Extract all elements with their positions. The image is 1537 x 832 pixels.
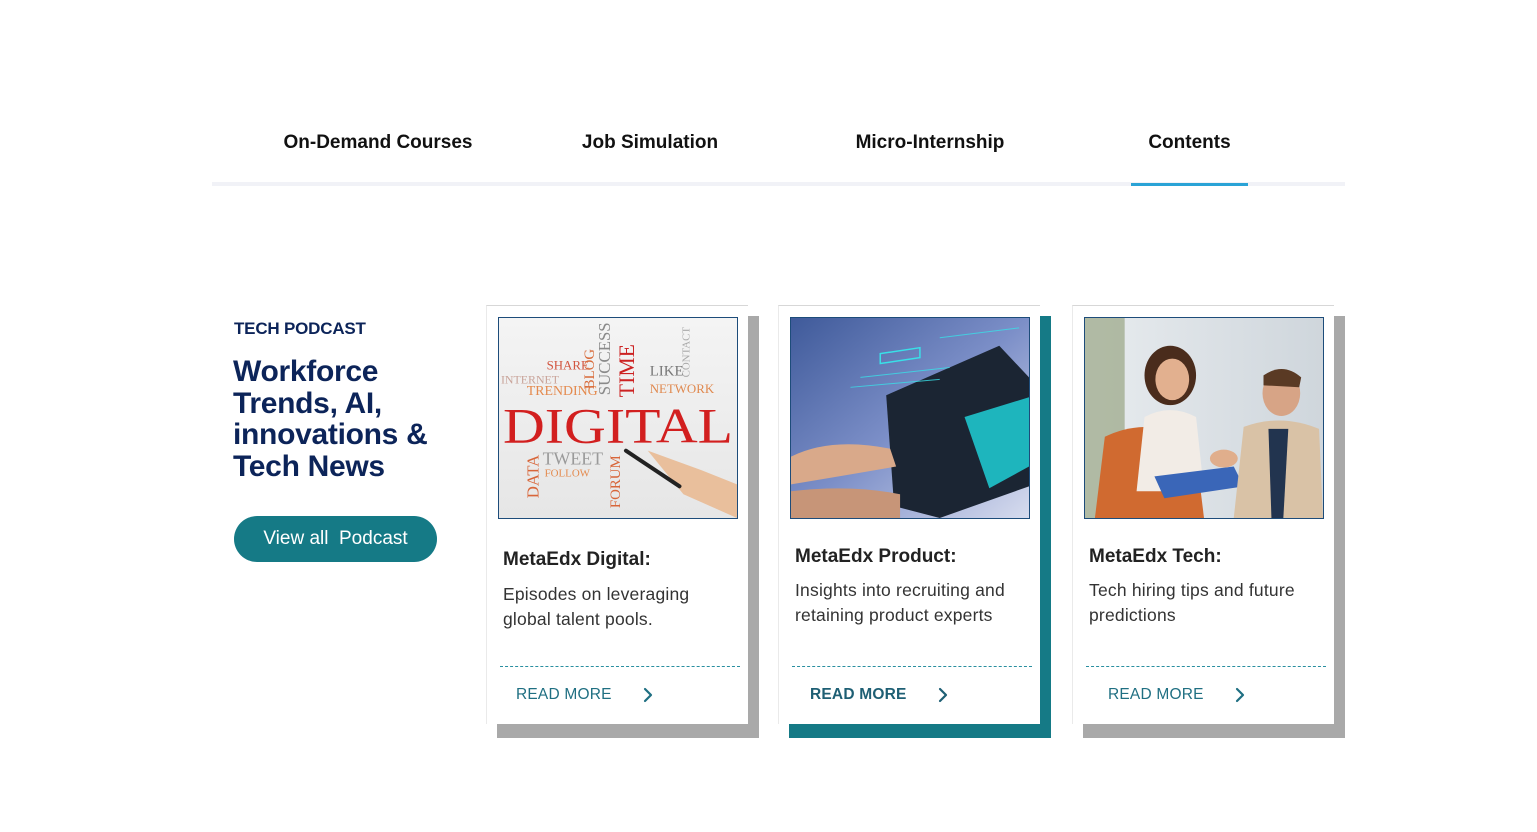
section-eyebrow: TECH PODCAST	[234, 319, 366, 338]
card-title: MetaEdx Tech:	[1089, 546, 1222, 567]
podcast-card-digital: SHARE INTERNET TRENDING BLOG SUCCESS TIM…	[486, 305, 760, 739]
tab-label: Contents	[1148, 132, 1231, 153]
card-description: Insights into recruiting and retaining p…	[795, 580, 1005, 625]
tablet-touch-image[interactable]	[790, 317, 1030, 519]
card-body: MetaEdx Product: Insights into recruitin…	[778, 305, 1040, 724]
tab-job-simulation[interactable]: Job Simulation	[569, 104, 731, 182]
chevron-right-icon	[938, 687, 947, 703]
card-divider	[792, 666, 1032, 667]
podcast-card-product: MetaEdx Product: Insights into recruitin…	[778, 305, 1052, 739]
word-forum: FORUM	[608, 455, 624, 508]
tab-underline	[272, 183, 484, 186]
read-more-link[interactable]: READ MORE	[810, 686, 949, 704]
read-more-label: READ MORE	[516, 686, 612, 703]
tab-contents[interactable]: Contents	[1131, 104, 1248, 186]
card-description: Tech hiring tips and future predictions	[1089, 580, 1295, 625]
tab-underline	[840, 183, 1020, 186]
chevron-right-icon	[643, 687, 652, 703]
chevron-right-icon	[1235, 687, 1244, 703]
handshake-meeting-image[interactable]	[1084, 317, 1324, 519]
tab-label: Job Simulation	[581, 132, 719, 153]
tab-on-demand-courses[interactable]: On-Demand Courses	[272, 104, 484, 182]
word-data: DATA	[524, 454, 543, 498]
content-tabs: On-Demand Courses Job Simulation Micro-I…	[212, 104, 1345, 186]
word-tweet: TWEET	[543, 449, 604, 469]
tab-label: On-Demand Courses	[283, 132, 473, 153]
tab-micro-internship[interactable]: Micro-Internship	[840, 104, 1020, 182]
card-description: Episodes on leveraging global talent poo…	[503, 584, 690, 629]
word-digital: DIGITAL	[503, 399, 733, 454]
word-follow: FOLLOW	[545, 467, 591, 479]
read-more-link[interactable]: READ MORE	[1108, 686, 1246, 704]
tab-label: Micro-Internship	[855, 132, 1005, 153]
digital-word-cloud-image[interactable]: SHARE INTERNET TRENDING BLOG SUCCESS TIM…	[498, 317, 738, 519]
read-more-label: READ MORE	[810, 686, 907, 703]
woman-face	[1155, 358, 1190, 401]
word-time: TIME	[615, 344, 639, 397]
card-title: MetaEdx Product:	[795, 546, 957, 567]
word-network: NETWORK	[650, 382, 715, 396]
word-contact: CONTACT	[680, 327, 692, 378]
card-body: SHARE INTERNET TRENDING BLOG SUCCESS TIM…	[486, 305, 748, 724]
page: On-Demand Courses Job Simulation Micro-I…	[0, 0, 1537, 832]
card-divider	[1086, 666, 1326, 667]
card-divider	[500, 666, 740, 667]
section-headline: Workforce Trends, AI, innovations & Tech…	[233, 355, 428, 483]
word-like: LIKE	[650, 363, 684, 379]
read-more-link[interactable]: READ MORE	[516, 686, 654, 704]
tab-underline-active	[1131, 183, 1248, 186]
handshake-shape	[1209, 449, 1238, 468]
podcast-card-tech: MetaEdx Tech: Tech hiring tips and futur…	[1072, 305, 1346, 739]
word-success: SUCCESS	[595, 322, 614, 395]
card-title: MetaEdx Digital:	[503, 549, 651, 570]
tab-underline	[569, 183, 731, 186]
card-body: MetaEdx Tech: Tech hiring tips and futur…	[1072, 305, 1334, 724]
read-more-label: READ MORE	[1108, 686, 1204, 703]
view-all-podcast-button[interactable]: View all Podcast	[234, 516, 437, 562]
